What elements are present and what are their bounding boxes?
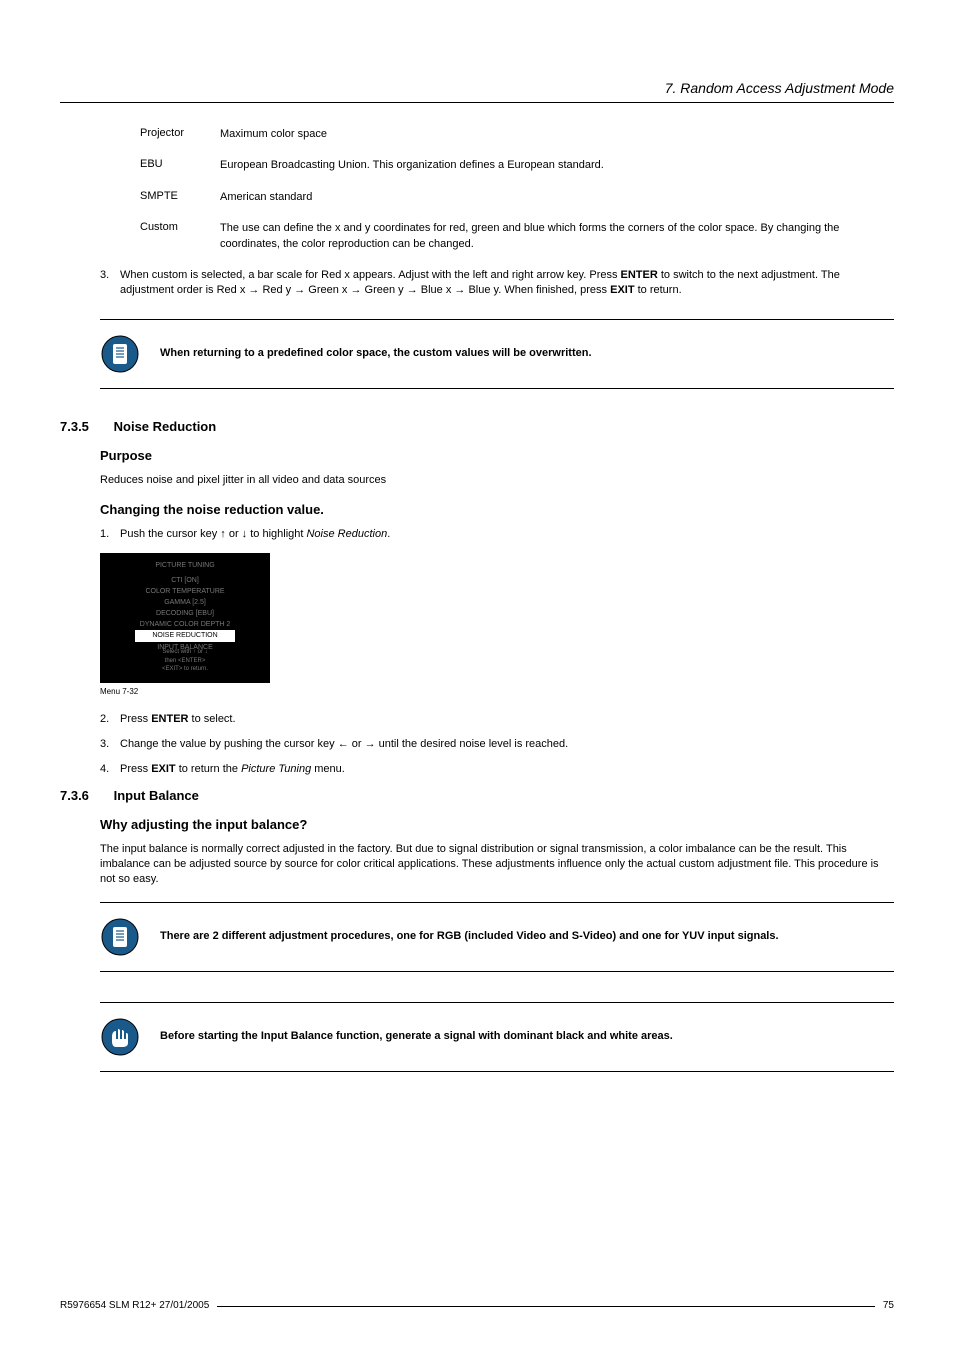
purpose-text: Reduces noise and pixel jitter in all vi… — [100, 473, 894, 488]
section-title: Input Balance — [114, 788, 199, 803]
section-heading-736: 7.3.6 Input Balance — [60, 788, 894, 803]
why-heading: Why adjusting the input balance? — [100, 817, 894, 832]
def-row: Projector Maximum color space — [140, 127, 894, 142]
section-number: 7.3.5 — [60, 419, 110, 434]
def-desc: European Broadcasting Union. This organi… — [220, 158, 894, 173]
changing-heading: Changing the noise reduction value. — [100, 502, 894, 517]
def-term: SMPTE — [140, 190, 220, 205]
step-list: 1. Push the cursor key ↑ or ↓ to highlig… — [100, 527, 894, 542]
note-box-signal: Before starting the Input Balance functi… — [100, 1002, 894, 1072]
definition-table: Projector Maximum color space EBU Europe… — [140, 127, 894, 252]
def-term: EBU — [140, 158, 220, 173]
step-number: 2. — [100, 712, 120, 727]
note-text: When returning to a predefined color spa… — [160, 346, 592, 361]
menu-item: COLOR TEMPERATURE — [109, 586, 261, 597]
footer-line — [217, 1300, 875, 1307]
step-item: 4. Press EXIT to return the Picture Tuni… — [100, 762, 894, 777]
menu-item: CTI [ON] — [109, 575, 261, 586]
step-item: 2. Press ENTER to select. — [100, 712, 894, 727]
def-desc: The use can define the x and y coordinat… — [220, 221, 894, 252]
note-text: There are 2 different adjustment procedu… — [160, 929, 779, 944]
step-text: Press EXIT to return the Picture Tuning … — [120, 762, 894, 777]
menu-title: PICTURE TUNING — [109, 562, 261, 569]
step-text: Press ENTER to select. — [120, 712, 894, 727]
footer-page-number: 75 — [883, 1300, 894, 1311]
menu-footer: Select with ↑ or ↓ then <ENTER> <EXIT> t… — [101, 648, 269, 673]
step-number: 4. — [100, 762, 120, 777]
def-row: SMPTE American standard — [140, 190, 894, 205]
step-text: Change the value by pushing the cursor k… — [120, 737, 894, 752]
header-title: 7. Random Access Adjustment Mode — [665, 80, 894, 96]
hand-icon — [100, 1017, 140, 1057]
step-item: 3. Change the value by pushing the curso… — [100, 737, 894, 752]
section-heading-735: 7.3.5 Noise Reduction — [60, 419, 894, 434]
step-text: When custom is selected, a bar scale for… — [120, 268, 894, 299]
page-header: 7. Random Access Adjustment Mode — [60, 80, 894, 103]
purpose-heading: Purpose — [100, 448, 894, 463]
step-number: 3. — [100, 268, 120, 299]
note-text: Before starting the Input Balance functi… — [160, 1029, 673, 1044]
note-box-overwrite: When returning to a predefined color spa… — [100, 319, 894, 389]
step-item: 1. Push the cursor key ↑ or ↓ to highlig… — [100, 527, 894, 542]
menu-items: CTI [ON] COLOR TEMPERATURE GAMMA [2.5] D… — [109, 575, 261, 653]
menu-item-highlighted: NOISE REDUCTION — [135, 630, 235, 641]
note-icon — [100, 334, 140, 374]
step-list-after: 2. Press ENTER to select. 3. Change the … — [100, 712, 894, 778]
step-text: Push the cursor key ↑ or ↓ to highlight … — [120, 527, 894, 542]
step-number: 1. — [100, 527, 120, 542]
step-3: 3. When custom is selected, a bar scale … — [100, 268, 894, 299]
menu-item: DECODING [EBU] — [109, 608, 261, 619]
def-row: EBU European Broadcasting Union. This or… — [140, 158, 894, 173]
def-row: Custom The use can define the x and y co… — [140, 221, 894, 252]
menu-caption: Menu 7-32 — [100, 687, 894, 696]
def-desc: American standard — [220, 190, 894, 205]
def-term: Projector — [140, 127, 220, 142]
def-desc: Maximum color space — [220, 127, 894, 142]
page-footer: R5976654 SLM R12+ 27/01/2005 75 — [60, 1300, 894, 1311]
section-number: 7.3.6 — [60, 788, 110, 803]
def-term: Custom — [140, 221, 220, 252]
why-text: The input balance is normally correct ad… — [100, 842, 894, 888]
step-number: 3. — [100, 737, 120, 752]
menu-item: GAMMA [2.5] — [109, 597, 261, 608]
menu-screenshot: PICTURE TUNING CTI [ON] COLOR TEMPERATUR… — [100, 553, 270, 683]
footer-left: R5976654 SLM R12+ 27/01/2005 — [60, 1300, 209, 1311]
note-box-procedures: There are 2 different adjustment procedu… — [100, 902, 894, 972]
menu-item: DYNAMIC COLOR DEPTH 2 — [109, 619, 261, 630]
note-icon — [100, 917, 140, 957]
section-title: Noise Reduction — [114, 419, 217, 434]
